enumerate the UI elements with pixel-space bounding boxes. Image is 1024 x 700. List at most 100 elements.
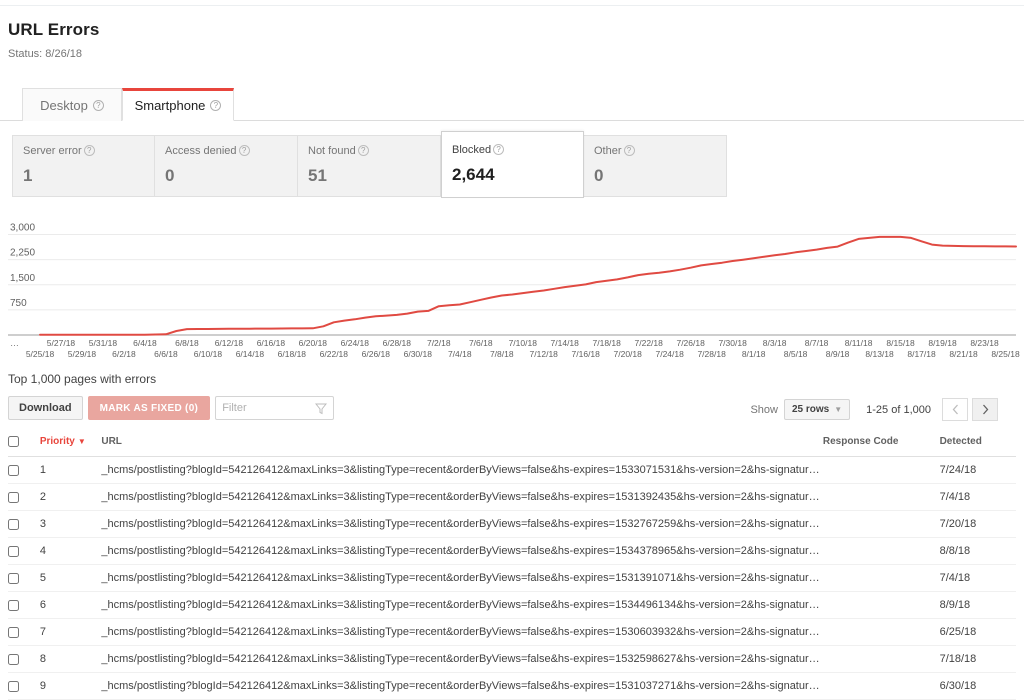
y-axis-tick-label: 2,250 xyxy=(10,248,35,259)
cell-url[interactable]: _hcms/postlisting?blogId=542126412&maxLi… xyxy=(101,484,823,511)
table-row[interactable]: 6_hcms/postlisting?blogId=542126412&maxL… xyxy=(8,592,1016,619)
cell-url[interactable]: _hcms/postlisting?blogId=542126412&maxLi… xyxy=(101,646,823,673)
tab-desktop[interactable]: Desktop ? xyxy=(22,88,122,121)
y-axis-tick-label: 3,000 xyxy=(10,223,35,234)
help-icon[interactable]: ? xyxy=(210,100,221,111)
cell-url[interactable]: _hcms/postlisting?blogId=542126412&maxLi… xyxy=(101,565,823,592)
table-row[interactable]: 8_hcms/postlisting?blogId=542126412&maxL… xyxy=(8,646,1016,673)
filter-input[interactable] xyxy=(216,401,308,415)
x-axis-tick-label: 7/14/18 xyxy=(551,338,580,348)
table-row[interactable]: 7_hcms/postlisting?blogId=542126412&maxL… xyxy=(8,619,1016,646)
filter-box[interactable] xyxy=(215,396,334,420)
rows-per-page-value: 25 rows xyxy=(792,404,829,415)
row-checkbox[interactable] xyxy=(8,627,19,638)
table-row[interactable]: 9_hcms/postlisting?blogId=542126412&maxL… xyxy=(8,673,1016,700)
x-axis-tick-label: 7/8/18 xyxy=(490,349,514,359)
cell-detected: 7/4/18 xyxy=(940,565,1016,592)
cell-priority: 1 xyxy=(40,457,102,484)
row-checkbox[interactable] xyxy=(8,492,19,503)
row-checkbox[interactable] xyxy=(8,465,19,476)
x-axis-tick-label: 8/11/18 xyxy=(845,338,873,348)
x-axis-tick-label: 6/4/18 xyxy=(133,338,157,348)
card-server-error[interactable]: Server error? 1 xyxy=(12,135,155,197)
cell-priority: 3 xyxy=(40,511,102,538)
cell-detected: 6/25/18 xyxy=(940,619,1016,646)
help-icon[interactable]: ? xyxy=(93,100,104,111)
row-checkbox[interactable] xyxy=(8,546,19,557)
help-icon[interactable]: ? xyxy=(358,145,369,156)
cell-url[interactable]: _hcms/postlisting?blogId=542126412&maxLi… xyxy=(101,538,823,565)
table-row[interactable]: 4_hcms/postlisting?blogId=542126412&maxL… xyxy=(8,538,1016,565)
cell-detected: 7/20/18 xyxy=(940,511,1016,538)
cell-priority: 5 xyxy=(40,565,102,592)
next-page-button[interactable] xyxy=(972,398,998,421)
x-axis-tick-label: 7/10/18 xyxy=(509,338,538,348)
x-axis-tick-label: 6/10/18 xyxy=(194,349,223,359)
download-button[interactable]: Download xyxy=(8,396,83,420)
x-axis-tick-label: 5/25/18 xyxy=(26,349,55,359)
x-axis-tick-label: 6/2/18 xyxy=(112,349,136,359)
cell-url[interactable]: _hcms/postlisting?blogId=542126412&maxLi… xyxy=(101,511,823,538)
table-row[interactable]: 5_hcms/postlisting?blogId=542126412&maxL… xyxy=(8,565,1016,592)
cell-response-code xyxy=(823,592,940,619)
x-axis-tick-label: 7/24/18 xyxy=(655,349,684,359)
card-value: 0 xyxy=(594,166,726,186)
x-axis-tick-label: 6/30/18 xyxy=(404,349,433,359)
cell-priority: 7 xyxy=(40,619,102,646)
table-pagination: Show 25 rows ▼ 1-25 of 1,000 xyxy=(750,398,998,421)
column-header-response-code[interactable]: Response Code xyxy=(823,430,940,457)
row-checkbox[interactable] xyxy=(8,681,19,692)
table-row[interactable]: 1_hcms/postlisting?blogId=542126412&maxL… xyxy=(8,457,1016,484)
cell-url[interactable]: _hcms/postlisting?blogId=542126412&maxLi… xyxy=(101,592,823,619)
row-checkbox[interactable] xyxy=(8,573,19,584)
tab-smartphone[interactable]: Smartphone ? xyxy=(122,88,234,121)
chevron-right-icon xyxy=(982,404,989,415)
card-access-denied[interactable]: Access denied? 0 xyxy=(155,135,298,197)
status-label: Status: 8/26/18 xyxy=(8,48,82,60)
chart-svg: 7501,5002,2503,000…5/25/185/29/186/2/186… xyxy=(0,214,1024,359)
column-header-detected[interactable]: Detected xyxy=(940,430,1016,457)
cell-url[interactable]: _hcms/postlisting?blogId=542126412&maxLi… xyxy=(101,457,823,484)
cell-detected: 8/9/18 xyxy=(940,592,1016,619)
x-axis-tick-label: 7/12/18 xyxy=(530,349,559,359)
rows-per-page-select[interactable]: 25 rows ▼ xyxy=(784,399,850,420)
cell-response-code xyxy=(823,511,940,538)
cell-url[interactable]: _hcms/postlisting?blogId=542126412&maxLi… xyxy=(101,673,823,700)
error-type-cards: Server error? 1 Access denied? 0 Not fou… xyxy=(12,135,727,198)
tab-smartphone-label: Smartphone xyxy=(135,98,206,113)
column-header-priority[interactable]: Priority▼ xyxy=(40,430,102,457)
x-axis-tick-label: 8/13/18 xyxy=(865,349,894,359)
row-select-cell xyxy=(8,538,40,565)
x-axis-tick-label: 8/17/18 xyxy=(907,349,936,359)
row-select-cell xyxy=(8,646,40,673)
cell-url[interactable]: _hcms/postlisting?blogId=542126412&maxLi… xyxy=(101,619,823,646)
help-icon[interactable]: ? xyxy=(493,144,504,155)
card-blocked[interactable]: Blocked? 2,644 xyxy=(441,131,584,198)
errors-trend-chart[interactable]: 7501,5002,2503,000…5/25/185/29/186/2/186… xyxy=(0,214,1024,359)
row-checkbox[interactable] xyxy=(8,600,19,611)
x-axis-tick-label: 8/15/18 xyxy=(886,338,915,348)
card-not-found[interactable]: Not found? 51 xyxy=(298,135,441,197)
device-tabs: Desktop ? Smartphone ? xyxy=(0,88,1024,121)
table-toolbar: Download MARK AS FIXED (0) xyxy=(8,396,334,420)
table-row[interactable]: 2_hcms/postlisting?blogId=542126412&maxL… xyxy=(8,484,1016,511)
table-row[interactable]: 3_hcms/postlisting?blogId=542126412&maxL… xyxy=(8,511,1016,538)
help-icon[interactable]: ? xyxy=(84,145,95,156)
mark-as-fixed-button[interactable]: MARK AS FIXED (0) xyxy=(88,396,211,420)
x-axis-tick-label: 7/2/18 xyxy=(427,338,451,348)
x-axis-tick-label: 8/9/18 xyxy=(826,349,850,359)
x-axis-tick-label: 7/6/18 xyxy=(469,338,493,348)
column-header-url[interactable]: URL xyxy=(101,430,823,457)
card-value: 1 xyxy=(23,166,154,186)
row-checkbox[interactable] xyxy=(8,654,19,665)
x-axis-tick-label: 8/1/18 xyxy=(742,349,766,359)
prev-page-button[interactable] xyxy=(942,398,968,421)
help-icon[interactable]: ? xyxy=(239,145,250,156)
select-all-checkbox[interactable] xyxy=(8,436,19,447)
x-axis-tick-label: 7/16/18 xyxy=(572,349,601,359)
help-icon[interactable]: ? xyxy=(624,145,635,156)
card-other[interactable]: Other? 0 xyxy=(584,135,727,197)
x-axis-ellipsis: … xyxy=(10,338,19,348)
row-checkbox[interactable] xyxy=(8,519,19,530)
chevron-left-icon xyxy=(952,404,959,415)
